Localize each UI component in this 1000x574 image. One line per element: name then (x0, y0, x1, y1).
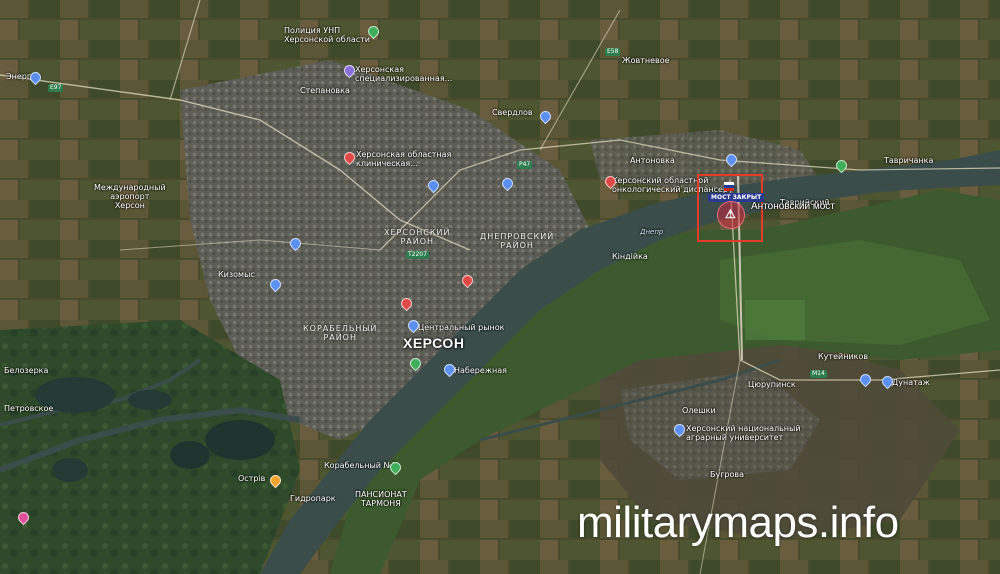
place-label: Международный аэропорт Херсон (94, 183, 166, 210)
city-label-kherson: ХЕРСОН (403, 335, 465, 351)
road-shield: Е97 (48, 84, 64, 92)
watermark: militarymaps.info (577, 498, 899, 547)
place-label: Дунатаж (892, 378, 930, 387)
place-label: Центральный рынок (418, 323, 505, 332)
road-shield: Е58 (605, 48, 621, 56)
warning-triangle-icon[interactable]: ⚠ (717, 201, 745, 229)
place-label: Жовтневое (622, 56, 670, 65)
place-label: Корабельный №1 (324, 461, 397, 470)
map-imagery (0, 0, 1000, 574)
place-label: Бугрова (710, 470, 745, 479)
place-label: Набережная (454, 366, 507, 375)
district-label-khersonsky: ХЕРСОНСКИЙ РАЙОН (384, 228, 451, 246)
place-label: Степановка (300, 86, 350, 95)
place-label: Олешки (682, 406, 716, 415)
place-label: Херсонский национальный аграрный универс… (686, 424, 801, 442)
district-label-dniprovsky: ДНЕПРОВСКИЙ РАЙОН (480, 232, 555, 250)
russian-flag-icon (724, 182, 734, 191)
place-label: Цюрупинск (748, 380, 796, 389)
place-label: Полиция УНП Херсонской области (284, 26, 370, 44)
place-label: Острів (238, 474, 266, 483)
road-shield: Р47 (517, 161, 533, 169)
place-label: Антоновка (630, 156, 675, 165)
place-label: Свердлов (492, 108, 533, 117)
place-label: Херсонская специализированная... (355, 65, 453, 83)
place-label: Белозерка (4, 366, 49, 375)
place-label: Кизомыс (218, 270, 255, 279)
place-label: Петровское (4, 404, 54, 413)
place-label: ПАНСИОНАТ ТАРМОНЯ (355, 490, 407, 508)
place-label: Кіндійка (612, 252, 648, 261)
place-label: Кутейников (818, 352, 869, 361)
place-label: Херсонская областная клиническая... (356, 150, 452, 168)
place-label: Тавричанка (884, 156, 934, 165)
bridge-name-label: Антоновский мост (751, 201, 835, 212)
place-label: Гидропарк (290, 494, 336, 503)
satellite-map[interactable]: ХЕРСОНСКИЙ РАЙОН ДНЕПРОВСКИЙ РАЙОН КОРАБ… (0, 0, 1000, 574)
district-label-korabelny: КОРАБЕЛЬНЫЙ РАЙОН (303, 324, 378, 342)
road-shield: М14 (810, 370, 827, 378)
road-shield: Т2207 (406, 251, 429, 259)
river-label: Днепр (640, 228, 664, 236)
